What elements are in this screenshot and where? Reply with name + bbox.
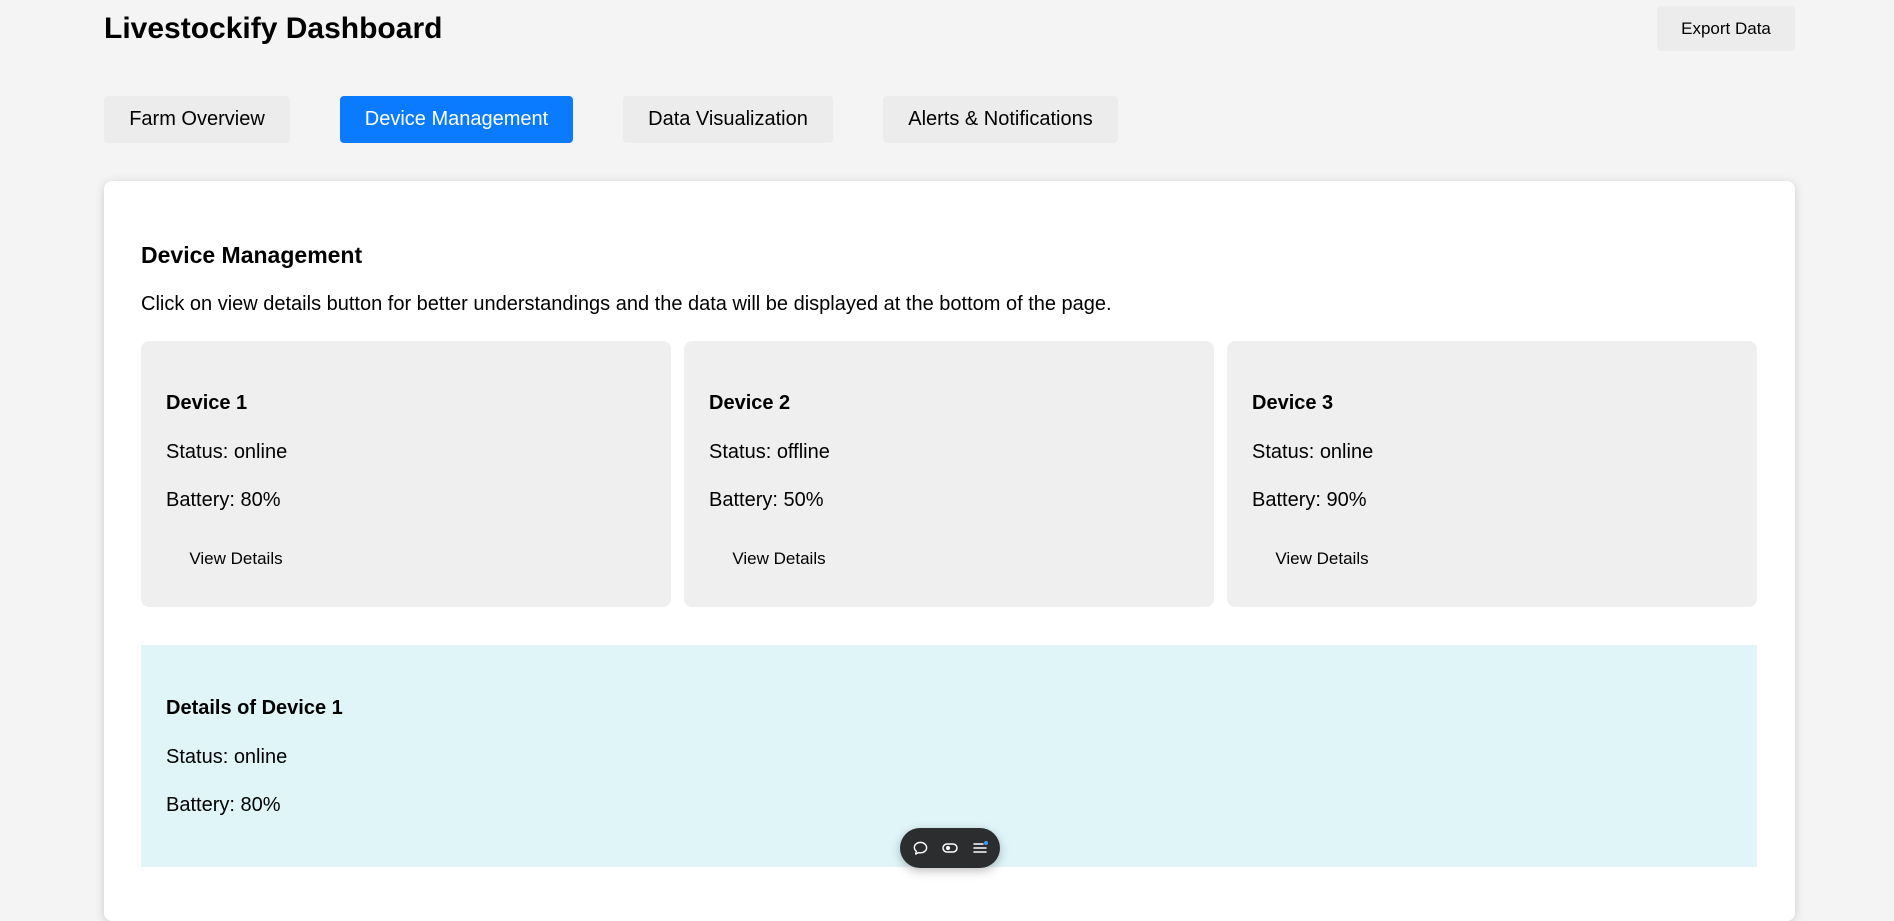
device-card: Device 2 Status: offline Battery: 50% Vi… xyxy=(684,341,1214,607)
device-management-panel: Device Management Click on view details … xyxy=(104,181,1795,921)
export-data-button[interactable]: Export Data xyxy=(1657,6,1795,51)
app-title: Livestockify Dashboard xyxy=(104,12,443,45)
device-battery: Battery: 90% xyxy=(1252,489,1367,511)
device-battery: Battery: 50% xyxy=(709,489,824,511)
view-details-button[interactable]: View Details xyxy=(166,541,306,577)
device-name: Device 1 xyxy=(166,392,248,414)
view-details-button[interactable]: View Details xyxy=(1252,541,1392,577)
device-card: Device 1 Status: online Battery: 80% Vie… xyxy=(141,341,671,607)
tab-device-management[interactable]: Device Management xyxy=(340,96,573,143)
tab-data-visualization[interactable]: Data Visualization xyxy=(623,96,833,143)
dashboard-page: Livestockify Dashboard Export Data Farm … xyxy=(0,0,1894,921)
section-title: Device Management xyxy=(141,242,363,268)
tab-farm-overview[interactable]: Farm Overview xyxy=(104,96,290,143)
view-details-button[interactable]: View Details xyxy=(709,541,849,577)
device-status: Status: online xyxy=(166,441,288,463)
device-card: Device 3 Status: online Battery: 90% Vie… xyxy=(1227,341,1757,607)
details-battery: Battery: 80% xyxy=(166,794,281,816)
device-name: Device 3 xyxy=(1252,392,1334,414)
details-title: Details of Device 1 xyxy=(166,697,343,719)
details-status: Status: online xyxy=(166,746,288,768)
device-name: Device 2 xyxy=(709,392,791,414)
section-description: Click on view details button for better … xyxy=(141,293,1112,315)
device-battery: Battery: 80% xyxy=(166,489,281,511)
tab-alerts-notifications[interactable]: Alerts & Notifications xyxy=(883,96,1118,143)
floating-toolbar xyxy=(900,828,1000,868)
chat-icon[interactable] xyxy=(912,839,930,857)
device-status: Status: online xyxy=(1252,441,1374,463)
toggle-icon[interactable] xyxy=(941,839,959,857)
menu-icon[interactable] xyxy=(971,839,989,857)
device-status: Status: offline xyxy=(709,441,830,463)
